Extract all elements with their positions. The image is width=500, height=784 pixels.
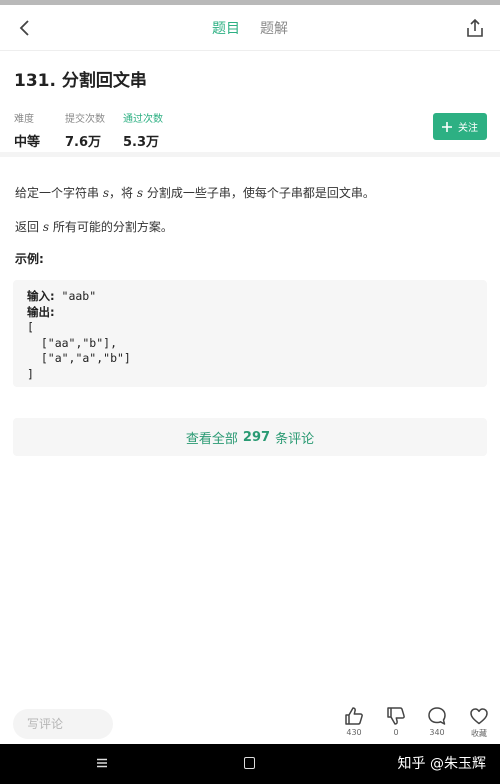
comment-count: 340 xyxy=(429,728,445,737)
stat-value: 5.3万 xyxy=(123,135,160,150)
dislike-button[interactable]: 0 xyxy=(381,706,411,737)
header: 题目 题解 xyxy=(0,5,500,51)
problem-stats: 难度 中等 提交次数 7.6万 通过次数 5.3万 xyxy=(14,110,189,150)
problem-title: 131. 分割回文串 xyxy=(14,71,147,91)
comment-bubble-icon xyxy=(428,707,446,725)
input-value: "aab" xyxy=(54,289,97,303)
system-nav-bar: 知乎 @朱玉辉 xyxy=(0,744,500,784)
like-button[interactable]: 430 xyxy=(339,706,369,737)
comment-button[interactable]: 340 xyxy=(422,706,452,737)
favorite-label: 收藏 xyxy=(471,729,487,738)
home-square-icon[interactable] xyxy=(244,757,255,769)
like-count: 430 xyxy=(346,728,362,737)
favorite-button[interactable]: 收藏 xyxy=(464,706,494,739)
write-comment-input[interactable]: 写评论 xyxy=(13,709,113,739)
output-label: 输出: xyxy=(27,304,55,319)
code-line: [ xyxy=(27,320,34,334)
follow-button[interactable]: 关注 xyxy=(433,113,487,140)
plus-icon xyxy=(442,121,452,132)
comments-prefix: 查看全部 xyxy=(185,431,238,447)
comments-count: 297 xyxy=(242,429,271,445)
thumbs-down-icon xyxy=(387,707,405,725)
heart-icon xyxy=(470,708,488,725)
example-output-line: 输出: xyxy=(27,305,473,321)
menu-icon[interactable] xyxy=(95,756,109,770)
desc-text: 分割成一些子串，使每个子串都是回文串。 xyxy=(143,186,375,200)
dislike-count: 0 xyxy=(393,728,399,737)
code-line: ["a","a","b"] xyxy=(27,351,131,365)
desc-text: 给定一个字符串 xyxy=(15,186,103,200)
desc-text: 所有可能的分割方案。 xyxy=(49,220,173,234)
input-label: 输入: xyxy=(27,289,55,303)
watermark: 知乎 @朱玉辉 xyxy=(397,756,486,772)
desc-text: ，将 xyxy=(109,186,137,200)
tab-solutions[interactable]: 题解 xyxy=(260,18,288,38)
problem-description-2: 返回 s 所有可能的分割方案。 xyxy=(15,218,173,235)
bottom-action-bar: 写评论 430 0 340 收藏 xyxy=(0,700,500,744)
example-label: 示例: xyxy=(15,252,44,266)
stat-submissions: 提交次数 7.6万 xyxy=(65,110,131,150)
stat-label: 通过次数 xyxy=(123,114,163,125)
view-all-comments-button[interactable]: 查看全部 297 条评论 xyxy=(13,418,487,456)
stat-label: 提交次数 xyxy=(65,114,105,125)
thumbs-up-icon xyxy=(345,707,363,725)
example-code-block: 输入: "aab" 输出: [ ["aa","b"], ["a","a","b"… xyxy=(13,280,487,387)
stat-accepted: 通过次数 5.3万 xyxy=(123,110,189,150)
example-input-line: 输入: "aab" xyxy=(27,289,473,305)
problem-description: 给定一个字符串 s，将 s 分割成一些子串，使每个子串都是回文串。 xyxy=(15,184,375,201)
stat-value: 7.6万 xyxy=(65,135,102,150)
share-button[interactable] xyxy=(462,15,488,41)
desc-text: 返回 xyxy=(15,220,43,234)
tab-problem[interactable]: 题目 xyxy=(212,18,240,38)
section-divider xyxy=(0,152,500,157)
comments-suffix: 条评论 xyxy=(275,431,315,447)
code-line: ] xyxy=(27,366,34,381)
tab-bar: 题目 题解 xyxy=(0,5,500,51)
code-line: ["aa","b"], xyxy=(27,335,118,350)
follow-label: 关注 xyxy=(458,123,478,134)
share-icon xyxy=(467,18,483,37)
